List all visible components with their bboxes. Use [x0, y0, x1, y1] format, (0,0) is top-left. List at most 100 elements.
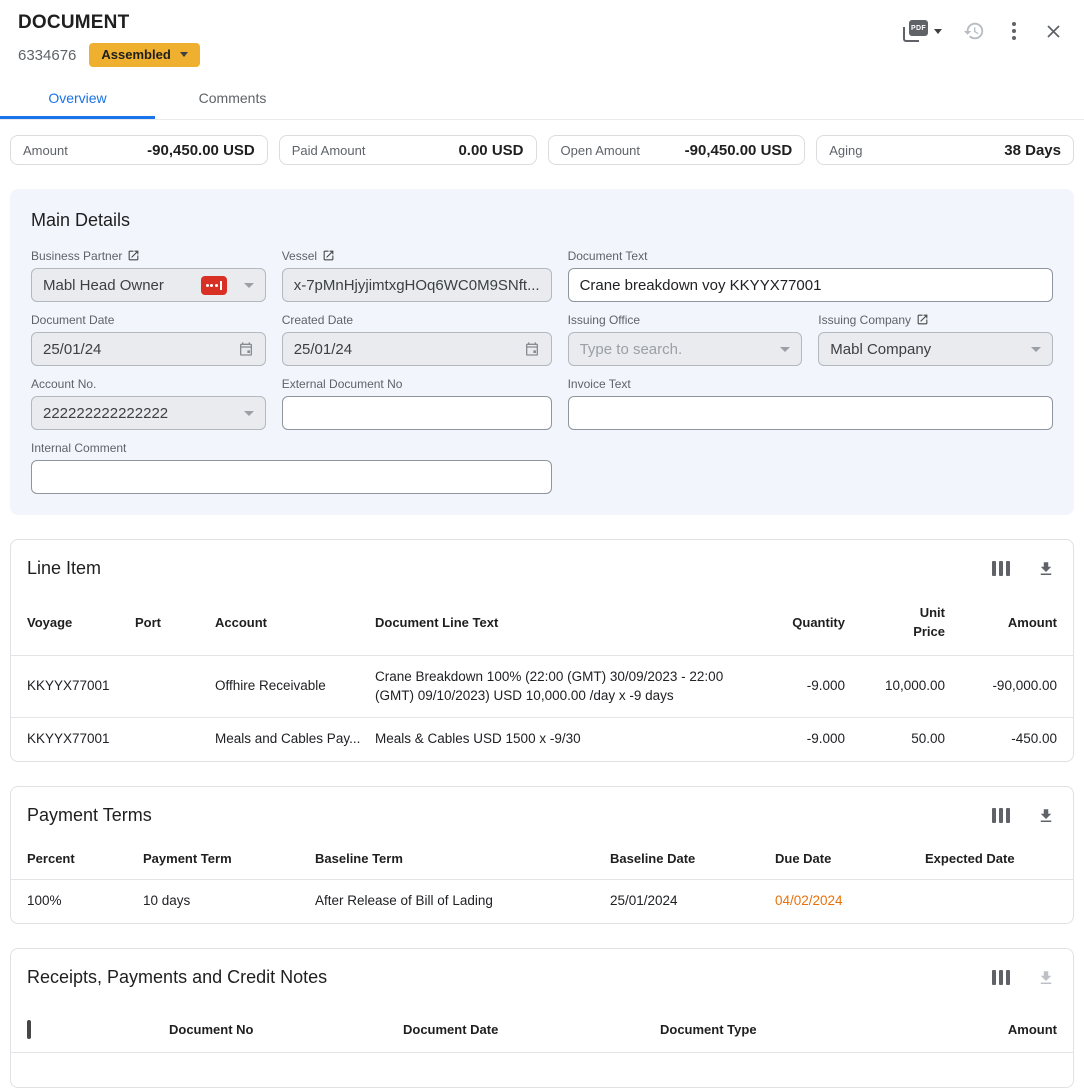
cell-port [135, 718, 215, 761]
vessel-input: x-7pMnHjyjimtxgHOq6WC0M9SNft... [282, 268, 552, 302]
cell-voyage: KKYYX77001 [11, 655, 135, 718]
main-details-title: Main Details [31, 210, 1053, 231]
summary-label: Open Amount [561, 143, 641, 158]
external-document-no-field-group: External Document No [282, 376, 552, 430]
kebab-menu-icon [1006, 20, 1022, 42]
tab-comments[interactable]: Comments [155, 80, 310, 119]
receipts-title: Receipts, Payments and Credit Notes [27, 967, 327, 988]
cell-document-line-text: Crane Breakdown 100% (22:00 (GMT) 30/09/… [375, 655, 763, 718]
cell-voyage: KKYYX77001 [11, 718, 135, 761]
toolbar: PDF [903, 12, 1064, 42]
cell-unit-price: 50.00 [853, 718, 953, 761]
line-item-row: KKYYX77001 Offhire Receivable Crane Brea… [11, 655, 1073, 718]
col-voyage: Voyage [11, 585, 135, 655]
issuing-company-label: Issuing Company [818, 313, 911, 327]
page-title: DOCUMENT [18, 12, 200, 34]
chevron-down-icon [1031, 347, 1041, 352]
payment-term-row: 100% 10 days After Release of Bill of La… [11, 880, 1073, 923]
cell-quantity: -9.000 [763, 718, 853, 761]
col-baseline-date: Baseline Date [610, 832, 775, 880]
table-header-row: Voyage Port Account Document Line Text Q… [11, 585, 1073, 655]
external-link-icon[interactable] [322, 249, 335, 262]
col-due-date: Due Date [775, 832, 925, 880]
col-document-no: Document No [169, 994, 403, 1053]
columns-icon[interactable] [992, 808, 1010, 823]
status-badge-label: Assembled [101, 47, 170, 62]
issuing-office-select: Type to search. [568, 332, 803, 366]
invoice-text-field-group: Invoice Text [568, 376, 1053, 430]
invoice-text-label: Invoice Text [568, 377, 631, 391]
account-no-label: Account No. [31, 377, 96, 391]
col-select-all [11, 994, 169, 1053]
document-number: 6334676 [18, 47, 76, 64]
invoice-text-input[interactable] [568, 396, 1053, 430]
chevron-down-icon [180, 52, 188, 57]
internal-comment-label: Internal Comment [31, 441, 126, 455]
summary-value: -90,450.00 USD [685, 142, 793, 159]
close-button[interactable] [1043, 21, 1064, 42]
col-port: Port [135, 585, 215, 655]
columns-icon[interactable] [992, 561, 1010, 576]
document-date-label: Document Date [31, 313, 114, 327]
summary-value: 38 Days [1004, 142, 1061, 159]
download-icon[interactable] [1037, 560, 1055, 578]
columns-icon[interactable] [992, 970, 1010, 985]
col-unit-price: Unit Price [853, 585, 953, 655]
external-link-icon[interactable] [916, 313, 929, 326]
external-link-icon[interactable] [127, 249, 140, 262]
password-manager-icon[interactable] [201, 276, 227, 295]
col-quantity: Quantity [763, 585, 853, 655]
cell-baseline-term: After Release of Bill of Lading [315, 880, 610, 923]
pdf-export-button[interactable]: PDF [903, 20, 942, 42]
history-icon [963, 20, 985, 42]
line-item-section: Line Item Voyage Port Account Document L… [10, 539, 1074, 762]
vessel-label: Vessel [282, 249, 317, 263]
document-date-input: 25/01/24 [31, 332, 266, 366]
issuing-company-field-group: Issuing Company Mabl Company [818, 312, 1053, 366]
col-expected-date: Expected Date [925, 832, 1073, 880]
summary-value: -90,450.00 USD [147, 142, 255, 159]
line-item-title: Line Item [27, 558, 101, 579]
tab-overview[interactable]: Overview [0, 80, 155, 119]
col-amount: Amount [953, 994, 1073, 1053]
cell-account: Offhire Receivable [215, 655, 375, 718]
account-no-field-group: Account No. 222222222222222 [31, 376, 266, 430]
summary-card-amount: Amount -90,450.00 USD [10, 135, 268, 165]
table-header-row: Document No Document Date Document Type … [11, 994, 1073, 1053]
main-details-panel: Main Details Business Partner Mabl Head … [10, 189, 1074, 515]
summary-label: Amount [23, 143, 68, 158]
col-baseline-term: Baseline Term [315, 832, 610, 880]
col-percent: Percent [11, 832, 143, 880]
download-icon[interactable] [1037, 807, 1055, 825]
created-date-field-group: Created Date 25/01/24 [282, 312, 552, 366]
chevron-down-icon [244, 283, 254, 288]
summary-value: 0.00 USD [458, 142, 523, 159]
vessel-field-group: Vessel x-7pMnHjyjimtxgHOq6WC0M9SNft... [282, 248, 552, 302]
chevron-down-icon [780, 347, 790, 352]
receipts-section: Receipts, Payments and Credit Notes Docu… [10, 948, 1074, 1088]
document-text-input[interactable]: Crane breakdown voy KKYYX77001 [568, 268, 1053, 302]
line-item-table: Voyage Port Account Document Line Text Q… [11, 585, 1073, 761]
external-document-no-input[interactable] [282, 396, 552, 430]
more-options-button[interactable] [1006, 20, 1022, 42]
cell-unit-price: 10,000.00 [853, 655, 953, 718]
cell-due-date: 04/02/2024 [775, 880, 925, 923]
summary-row: Amount -90,450.00 USD Paid Amount 0.00 U… [10, 135, 1074, 165]
cell-payment-term: 10 days [143, 880, 315, 923]
internal-comment-input[interactable] [31, 460, 552, 494]
header-title-block: DOCUMENT 6334676 Assembled [18, 12, 200, 67]
summary-card-paid-amount: Paid Amount 0.00 USD [279, 135, 537, 165]
select-all-checkbox[interactable] [27, 1020, 31, 1039]
pdf-icon: PDF [903, 20, 928, 42]
history-button[interactable] [963, 20, 985, 42]
status-badge[interactable]: Assembled [89, 43, 199, 67]
chevron-down-icon [244, 411, 254, 416]
cell-quantity: -9.000 [763, 655, 853, 718]
payment-terms-title: Payment Terms [27, 805, 152, 826]
business-partner-select: Mabl Head Owner [31, 268, 266, 302]
header: DOCUMENT 6334676 Assembled PDF [0, 0, 1084, 67]
receipts-table: Document No Document Date Document Type … [11, 994, 1073, 1053]
created-date-input: 25/01/24 [282, 332, 552, 366]
internal-comment-field-group: Internal Comment [31, 440, 552, 494]
line-item-row: KKYYX77001 Meals and Cables Pay... Meals… [11, 718, 1073, 761]
